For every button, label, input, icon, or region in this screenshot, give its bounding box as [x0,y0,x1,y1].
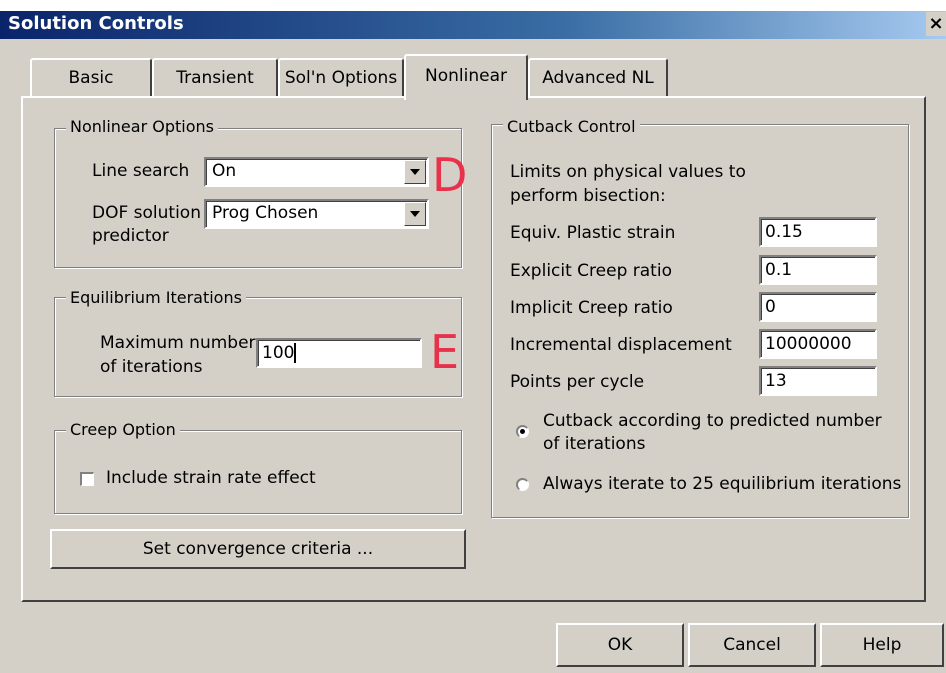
dropdown-arrow-icon[interactable] [404,160,426,184]
max-iterations-label-2: of iterations [100,357,203,377]
equiv-plastic-strain-input[interactable]: 0.15 [759,217,877,247]
radio-always-iterate-label: Always iterate to 25 equilibrium iterati… [543,474,902,494]
dropdown-arrow-icon[interactable] [404,202,426,226]
line-search-label: Line search [92,161,190,181]
annotation-e: E [430,325,460,379]
include-strain-rate-checkbox[interactable] [80,472,94,486]
nonlinear-options-legend: Nonlinear Options [66,117,218,136]
dof-solution-label: DOF solution [92,203,201,223]
radio-always-iterate[interactable] [516,478,529,491]
radio-cutback-predicted[interactable] [516,425,529,438]
set-convergence-criteria-button[interactable]: Set convergence criteria ... [50,529,466,569]
implicit-creep-ratio-input[interactable]: 0 [759,292,877,322]
ok-button[interactable]: OK [556,623,684,667]
creep-option-legend: Creep Option [66,420,180,439]
dof-predictor-label: predictor [92,226,169,246]
incremental-displacement-input[interactable]: 10000000 [759,329,877,359]
max-iterations-label-1: Maximum number [100,333,256,353]
radio-selected-dot [520,429,525,434]
dof-predictor-value: Prog Chosen [212,203,319,223]
nonlinear-options-group [54,128,462,268]
help-button[interactable]: Help [820,623,944,667]
equiv-plastic-strain-label: Equiv. Plastic strain [510,223,676,243]
window-title: Solution Controls [8,13,184,34]
tab-nonlinear[interactable]: Nonlinear [404,54,528,100]
explicit-creep-ratio-label: Explicit Creep ratio [510,261,672,281]
tab-advanced-nl[interactable]: Advanced NL [528,58,668,96]
cutback-intro-line1: Limits on physical values to [510,162,746,182]
cutback-control-legend: Cutback Control [503,117,640,136]
title-strip [0,0,946,11]
cutback-intro-line2: perform bisection: [510,186,666,206]
equilibrium-iterations-legend: Equilibrium Iterations [66,288,246,307]
tab-transient[interactable]: Transient [152,58,278,96]
include-strain-rate-label: Include strain rate effect [106,468,316,488]
tab-soln-options[interactable]: Sol'n Options [278,58,404,96]
radio-cutback-predicted-label-2: of iterations [543,434,646,454]
points-per-cycle-input[interactable]: 13 [759,366,877,396]
text-caret [294,343,297,363]
points-per-cycle-label: Points per cycle [510,372,645,392]
line-search-select[interactable]: On [204,157,429,187]
incremental-displacement-label: Incremental displacement [510,335,732,355]
implicit-creep-ratio-label: Implicit Creep ratio [510,298,673,318]
line-search-value: On [212,161,237,181]
radio-cutback-predicted-label-1: Cutback according to predicted number [543,411,882,431]
explicit-creep-ratio-input[interactable]: 0.1 [759,255,877,285]
tab-basic[interactable]: Basic [30,58,152,96]
annotation-d: D [432,148,468,202]
dof-predictor-select[interactable]: Prog Chosen [204,199,429,229]
cancel-button[interactable]: Cancel [688,623,816,667]
max-iterations-input[interactable]: 100 [256,338,422,368]
close-icon[interactable]: × [926,12,946,36]
max-iterations-value: 100 [262,343,295,363]
